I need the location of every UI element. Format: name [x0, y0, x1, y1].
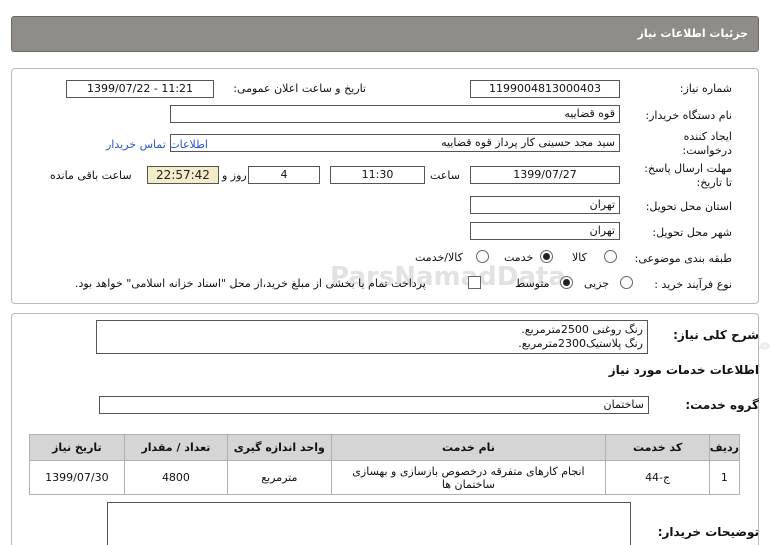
requester-label-2: درخواست:: [682, 144, 732, 157]
need-info-panel: [11, 68, 759, 304]
cell-need-date: 1399/07/30: [29, 460, 125, 495]
need-number-label: شماره نیاز:: [679, 82, 732, 95]
province-label: استان محل تحویل:: [645, 200, 732, 213]
remaining-label: ساعت باقی مانده: [50, 169, 132, 182]
table-header-row: ردیف کد خدمت نام خدمت واحد اندازه گیری ت…: [29, 434, 741, 461]
summary-field: رنگ روغنی 2500مترمربع. رنگ پلاستیک2300مت…: [96, 320, 648, 354]
col-need-date: تاریخ نیاز: [29, 434, 125, 461]
buyer-notes-label: توضیحات خریدار:: [657, 525, 759, 539]
process-minor-radio[interactable]: [620, 276, 633, 289]
days-label: روز و: [222, 169, 247, 182]
deadline-date-field: 1399/07/27: [470, 166, 620, 184]
announce-date-field: 1399/07/22 - 11:21: [66, 80, 214, 98]
page-title: جزئیات اطلاعات نیاز: [637, 27, 749, 40]
days-remaining-field: 4: [248, 166, 320, 184]
category-goods-service-radio[interactable]: [476, 250, 489, 263]
buyer-notes-field: [107, 502, 631, 545]
service-group-label: گروه خدمت:: [685, 398, 759, 412]
category-goods-radio[interactable]: [604, 250, 617, 263]
process-medium-radio[interactable]: [560, 276, 573, 289]
col-quantity: تعداد / مقدار: [123, 434, 229, 461]
announce-date-label: تاریخ و ساعت اعلان عمومی:: [233, 82, 366, 95]
page-header: جزئیات اطلاعات نیاز: [11, 16, 759, 52]
process-minor-label: جزیی: [584, 277, 610, 290]
category-label: طبقه بندی موضوعی:: [634, 252, 732, 265]
requester-field: سید مجد حسینی کار پرداز قوه قضاییه: [170, 134, 620, 152]
summary-line-2: رنگ پلاستیک2300مترمربع.: [518, 337, 643, 350]
service-group-field: ساختمان: [99, 396, 649, 414]
cell-unit: مترمربع: [227, 460, 332, 495]
deadline-time-label: ساعت: [430, 169, 460, 182]
category-service-radio[interactable]: [540, 250, 553, 263]
category-goods-service-label: کالا/خدمت: [415, 251, 463, 264]
col-row-number: ردیف: [708, 434, 741, 461]
summary-label: شرح کلی نیاز:: [673, 328, 759, 342]
cell-row-number: 1: [708, 460, 741, 495]
city-label: شهر محل تحویل:: [652, 226, 732, 239]
city-field: تهران: [470, 222, 620, 240]
cell-service-code: ج-44: [605, 460, 710, 495]
buyer-contact-link[interactable]: اطلاعات تماس خریدار: [106, 138, 208, 151]
process-medium-label: متوسط: [515, 277, 550, 290]
buyer-org-field: قوه قضاییه: [170, 105, 620, 123]
requester-label-1: ایجاد کننده: [683, 130, 732, 143]
services-section-title: اطلاعات خدمات مورد نیاز: [608, 363, 759, 377]
category-goods-label: کالا: [572, 251, 587, 264]
process-label: نوع فرآیند خرید :: [654, 278, 732, 291]
category-service-label: خدمت: [504, 251, 534, 264]
col-service-code: کد خدمت: [605, 434, 710, 461]
summary-line-1: رنگ روغنی 2500مترمربع.: [521, 323, 643, 336]
province-field: تهران: [470, 196, 620, 214]
table-row: 1 ج-44 انجام کارهای متفرقه درخصوص بازساز…: [29, 460, 741, 495]
need-number-field: 1199004813000403: [470, 80, 620, 98]
deadline-label-1: مهلت ارسال پاسخ:: [644, 162, 732, 175]
deadline-time-field: 11:30: [330, 166, 425, 184]
deadline-label-2: تا تاریخ:: [696, 176, 732, 189]
cell-quantity: 4800: [123, 460, 229, 495]
remaining-time-field: 22:57:42: [147, 166, 219, 184]
buyer-org-label: نام دستگاه خریدار:: [645, 109, 732, 122]
treasury-payment-checkbox[interactable]: [468, 276, 481, 289]
treasury-payment-note: پرداخت تمام یا بخشی از مبلغ خرید،از محل …: [75, 277, 426, 290]
cell-service-name: انجام کارهای متفرقه درخصوص بازسازی و بهس…: [330, 460, 607, 495]
services-table: ردیف کد خدمت نام خدمت واحد اندازه گیری ت…: [29, 434, 741, 495]
col-service-name: نام خدمت: [330, 434, 607, 461]
col-unit: واحد اندازه گیری: [227, 434, 332, 461]
